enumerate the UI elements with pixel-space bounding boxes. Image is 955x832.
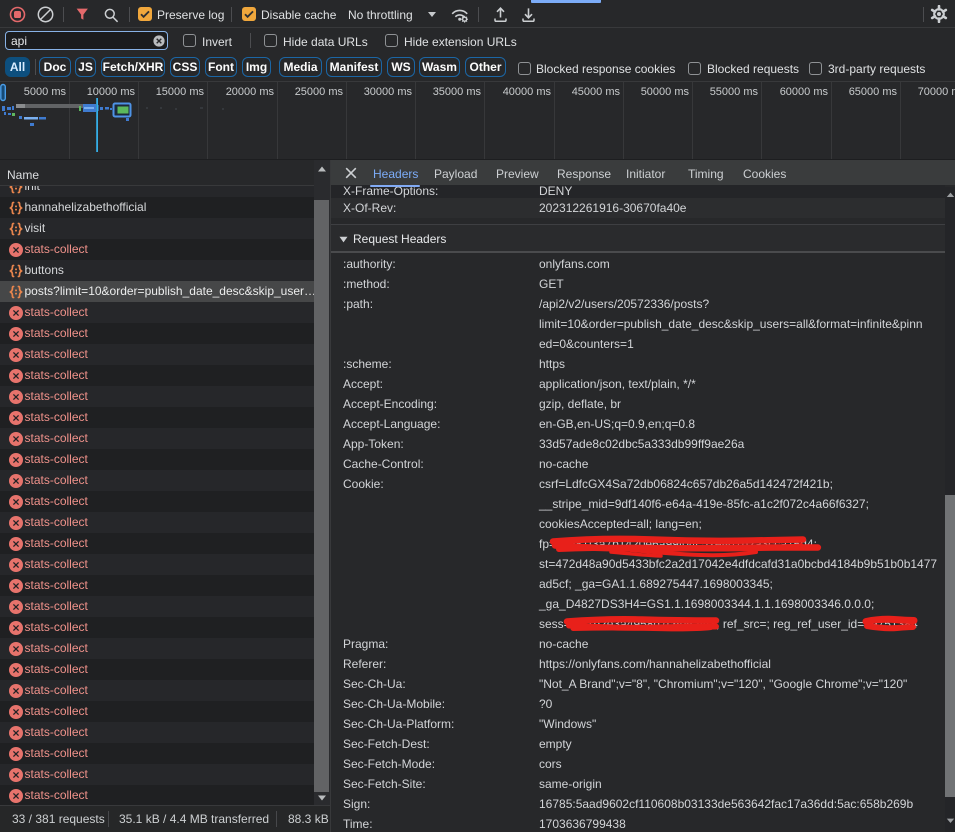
svg-text:45000 ms: 45000 ms [572,86,621,98]
svg-text:50000 ms: 50000 ms [641,86,690,98]
svg-text:25000 ms: 25000 ms [295,86,344,98]
svg-text:10000 ms: 10000 ms [87,86,136,98]
svg-text:40000 ms: 40000 ms [503,86,552,98]
svg-text:70000 ms: 70000 ms [918,86,955,98]
svg-text:55000 ms: 55000 ms [710,86,759,98]
svg-text:15000 ms: 15000 ms [156,86,205,98]
svg-text:60000 ms: 60000 ms [780,86,829,98]
svg-text:20000 ms: 20000 ms [226,86,275,98]
svg-text:65000 ms: 65000 ms [849,86,898,98]
svg-text:5000 ms: 5000 ms [24,86,67,98]
svg-text:30000 ms: 30000 ms [364,86,413,98]
svg-text:35000 ms: 35000 ms [433,86,482,98]
